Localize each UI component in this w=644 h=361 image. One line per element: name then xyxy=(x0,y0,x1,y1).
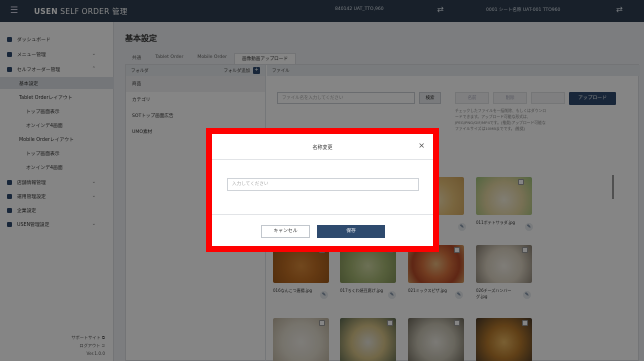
cancel-button[interactable]: キャンセル xyxy=(261,225,310,238)
name-input[interactable]: 入力してください xyxy=(227,178,419,191)
rename-dialog: 名称変更 × 入力してください キャンセル 保存 xyxy=(212,134,433,246)
highlight-frame: 名称変更 × 入力してください キャンセル 保存 xyxy=(206,128,439,252)
dialog-title: 名称変更 xyxy=(312,145,333,151)
save-button[interactable]: 保存 xyxy=(317,225,385,238)
close-icon[interactable]: × xyxy=(418,141,425,150)
dialog-divider xyxy=(212,159,433,160)
dialog-divider xyxy=(212,214,433,215)
